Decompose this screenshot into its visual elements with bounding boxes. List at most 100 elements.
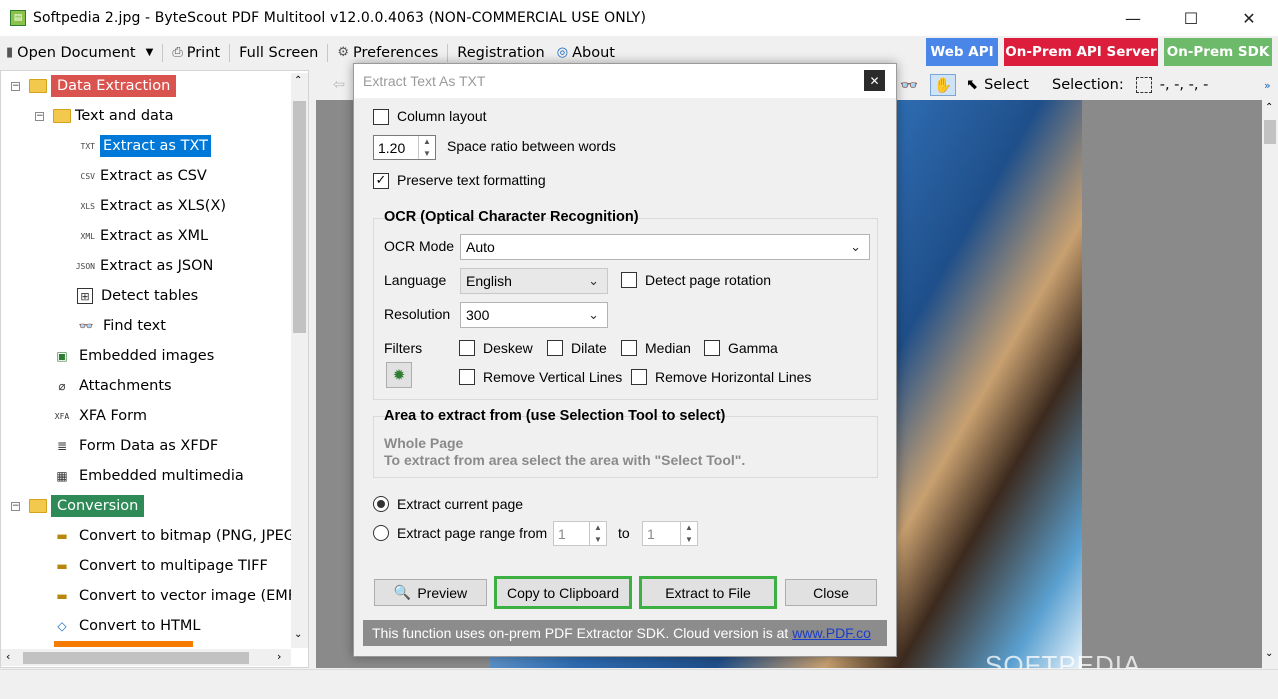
stepper-arrows[interactable]: ▲ ▼	[418, 136, 435, 159]
tree-item-xfa-form[interactable]: XFA XFA Form	[53, 402, 147, 430]
down-arrow-icon[interactable]: ▼	[685, 535, 693, 544]
csv-icon: CSV	[80, 171, 95, 181]
tree-item-extract-csv[interactable]: CSV Extract as CSV	[73, 162, 207, 190]
ocr-mode-select[interactable]: Auto ⌄	[460, 234, 870, 260]
gamma-checkbox[interactable]	[704, 340, 720, 356]
tree-node-text-and-data[interactable]: Text and data	[53, 102, 173, 130]
range-to-stepper[interactable]: 1 ▲ ▼	[642, 521, 698, 546]
range-from-stepper[interactable]: 1 ▲ ▼	[553, 521, 607, 546]
web-api-button[interactable]: Web API	[926, 38, 998, 66]
language-select[interactable]: English ⌄	[460, 268, 608, 294]
next-category-header[interactable]	[54, 641, 193, 647]
tree-item-embedded-multimedia[interactable]: ▦ Embedded multimedia	[53, 462, 244, 490]
extract-page-range-radio[interactable]	[373, 525, 389, 541]
remove-vertical-lines-checkbox[interactable]	[459, 369, 475, 385]
remove-horizontal-lines-checkbox[interactable]	[631, 369, 647, 385]
print-button[interactable]: ⎙ Print	[166, 38, 226, 67]
scroll-thumb[interactable]	[293, 101, 306, 333]
detect-rotation-checkbox[interactable]	[621, 272, 637, 288]
column-layout-checkbox[interactable]	[373, 109, 389, 125]
folder-icon	[29, 499, 47, 513]
tree-item-extract-xls[interactable]: XLS Extract as XLS(X)	[73, 192, 227, 220]
tree-item-convert-tiff[interactable]: ▬ Convert to multipage TIFF	[53, 552, 267, 580]
tree-item-convert-bitmap[interactable]: ▬ Convert to bitmap (PNG, JPEG, .	[53, 522, 308, 550]
scroll-right-icon[interactable]: ›	[277, 650, 281, 663]
scroll-thumb[interactable]	[1264, 120, 1276, 144]
down-arrow-icon[interactable]: ▼	[594, 535, 602, 544]
tree-item-convert-emf[interactable]: ▬ Convert to vector image (EMF)	[53, 582, 302, 610]
tree-node-conversion[interactable]: Conversion	[29, 492, 145, 520]
scroll-down-icon[interactable]: ⌄	[1265, 648, 1273, 659]
extract-page-range-label: Extract page range from	[397, 525, 548, 541]
collapse-toggle[interactable]: −	[35, 112, 44, 121]
tree-item-extract-xml[interactable]: XML Extract as XML	[73, 222, 209, 250]
up-arrow-icon[interactable]: ▲	[594, 523, 602, 532]
tree-horizontal-scrollbar[interactable]: ‹ ›	[1, 649, 291, 666]
dilate-checkbox[interactable]	[547, 340, 563, 356]
deskew-checkbox[interactable]	[459, 340, 475, 356]
tree-item-attachments[interactable]: ⌀ Attachments	[53, 372, 171, 400]
select-tool-button[interactable]: ⬉ Select	[966, 74, 1029, 96]
stepper-arrows[interactable]: ▲ ▼	[680, 522, 697, 545]
tree-item-embedded-images[interactable]: ▣ Embedded images	[53, 342, 214, 370]
tree-item-convert-html[interactable]: ◇ Convert to HTML	[53, 612, 200, 640]
scroll-down-icon[interactable]: ⌄	[294, 629, 302, 640]
tree-item-extract-json[interactable]: JSON Extract as JSON	[73, 252, 214, 280]
scroll-left-icon[interactable]: ‹	[6, 650, 10, 663]
status-bar	[0, 669, 1278, 699]
tree-item-find-text[interactable]: 👓 Find text	[77, 312, 166, 340]
up-arrow-icon[interactable]: ▲	[423, 137, 431, 146]
folder-icon	[29, 79, 47, 93]
tree-item-extract-txt[interactable]: TXT Extract as TXT	[73, 132, 211, 160]
extract-to-file-button[interactable]: Extract to File	[639, 576, 777, 609]
filters-label: Filters	[384, 340, 423, 356]
resolution-select[interactable]: 300 ⌄	[460, 302, 608, 328]
tree-node-data-extraction[interactable]: Data Extraction	[29, 72, 177, 100]
dilate-label: Dilate	[571, 340, 607, 356]
sdk-info-text: This function uses on-prem PDF Extractor…	[372, 625, 789, 641]
dropdown-arrow-icon[interactable]: ▼	[146, 47, 154, 58]
preserve-formatting-checkbox[interactable]: ✓	[373, 173, 389, 189]
scroll-up-icon[interactable]: ⌃	[1265, 102, 1273, 113]
scroll-thumb[interactable]	[23, 652, 249, 664]
dialog-close-icon[interactable]: ✕	[864, 70, 885, 91]
scroll-up-icon[interactable]: ⌃	[294, 75, 302, 86]
up-arrow-icon[interactable]: ▲	[685, 523, 693, 532]
filter-settings-button[interactable]: ✹	[386, 362, 412, 388]
preview-button[interactable]: 🔍 Preview	[374, 579, 487, 606]
stepper-arrows[interactable]: ▲ ▼	[589, 522, 606, 545]
back-arrow-icon[interactable]: ⇦	[333, 74, 345, 96]
ocr-mode-value: Auto	[466, 239, 495, 255]
tree-label: Embedded multimedia	[79, 468, 244, 484]
collapse-toggle[interactable]: −	[11, 82, 20, 91]
deskew-label: Deskew	[483, 340, 533, 356]
preview-label: Preview	[417, 584, 468, 601]
maximize-button[interactable]: ☐	[1162, 0, 1220, 36]
down-arrow-icon[interactable]: ▼	[423, 149, 431, 158]
on-prem-api-server-button[interactable]: On-Prem API Server	[1004, 38, 1158, 66]
binoculars-icon[interactable]: 👓	[900, 74, 918, 96]
close-window-button[interactable]: ✕	[1220, 0, 1278, 36]
copy-to-clipboard-button[interactable]: Copy to Clipboard	[494, 576, 632, 609]
range-from-value: 1	[558, 525, 566, 542]
space-ratio-stepper[interactable]: 1.20 ▲ ▼	[373, 135, 436, 160]
pdfco-link[interactable]: www.PDF.co	[792, 625, 871, 641]
tree-vertical-scrollbar[interactable]: ⌃ ⌄	[291, 73, 308, 648]
tree-item-form-data-xfdf[interactable]: ≣ Form Data as XFDF	[53, 432, 218, 460]
hand-tool-icon[interactable]: ✋	[930, 74, 956, 96]
tiff-icon: ▬	[56, 559, 68, 573]
full-screen-button[interactable]: Full Screen	[233, 38, 324, 67]
chevron-down-icon: ⌄	[588, 273, 599, 288]
extract-current-page-radio[interactable]	[373, 496, 389, 512]
tree-label: Convert to vector image (EMF)	[79, 588, 302, 604]
open-document-label: Open Document	[17, 44, 136, 61]
on-prem-sdk-button[interactable]: On-Prem SDK	[1164, 38, 1272, 66]
collapse-toggle[interactable]: −	[11, 502, 20, 511]
minimize-button[interactable]: —	[1104, 0, 1162, 36]
open-document-button[interactable]: ▮ Open Document ▼	[0, 38, 159, 67]
tree-item-detect-tables[interactable]: ⊞ Detect tables	[77, 282, 198, 310]
overflow-chevron-icon[interactable]: »	[1264, 74, 1271, 96]
median-checkbox[interactable]	[621, 340, 637, 356]
viewer-vertical-scrollbar[interactable]: ⌃ ⌄	[1262, 100, 1278, 668]
close-button[interactable]: Close	[785, 579, 877, 606]
